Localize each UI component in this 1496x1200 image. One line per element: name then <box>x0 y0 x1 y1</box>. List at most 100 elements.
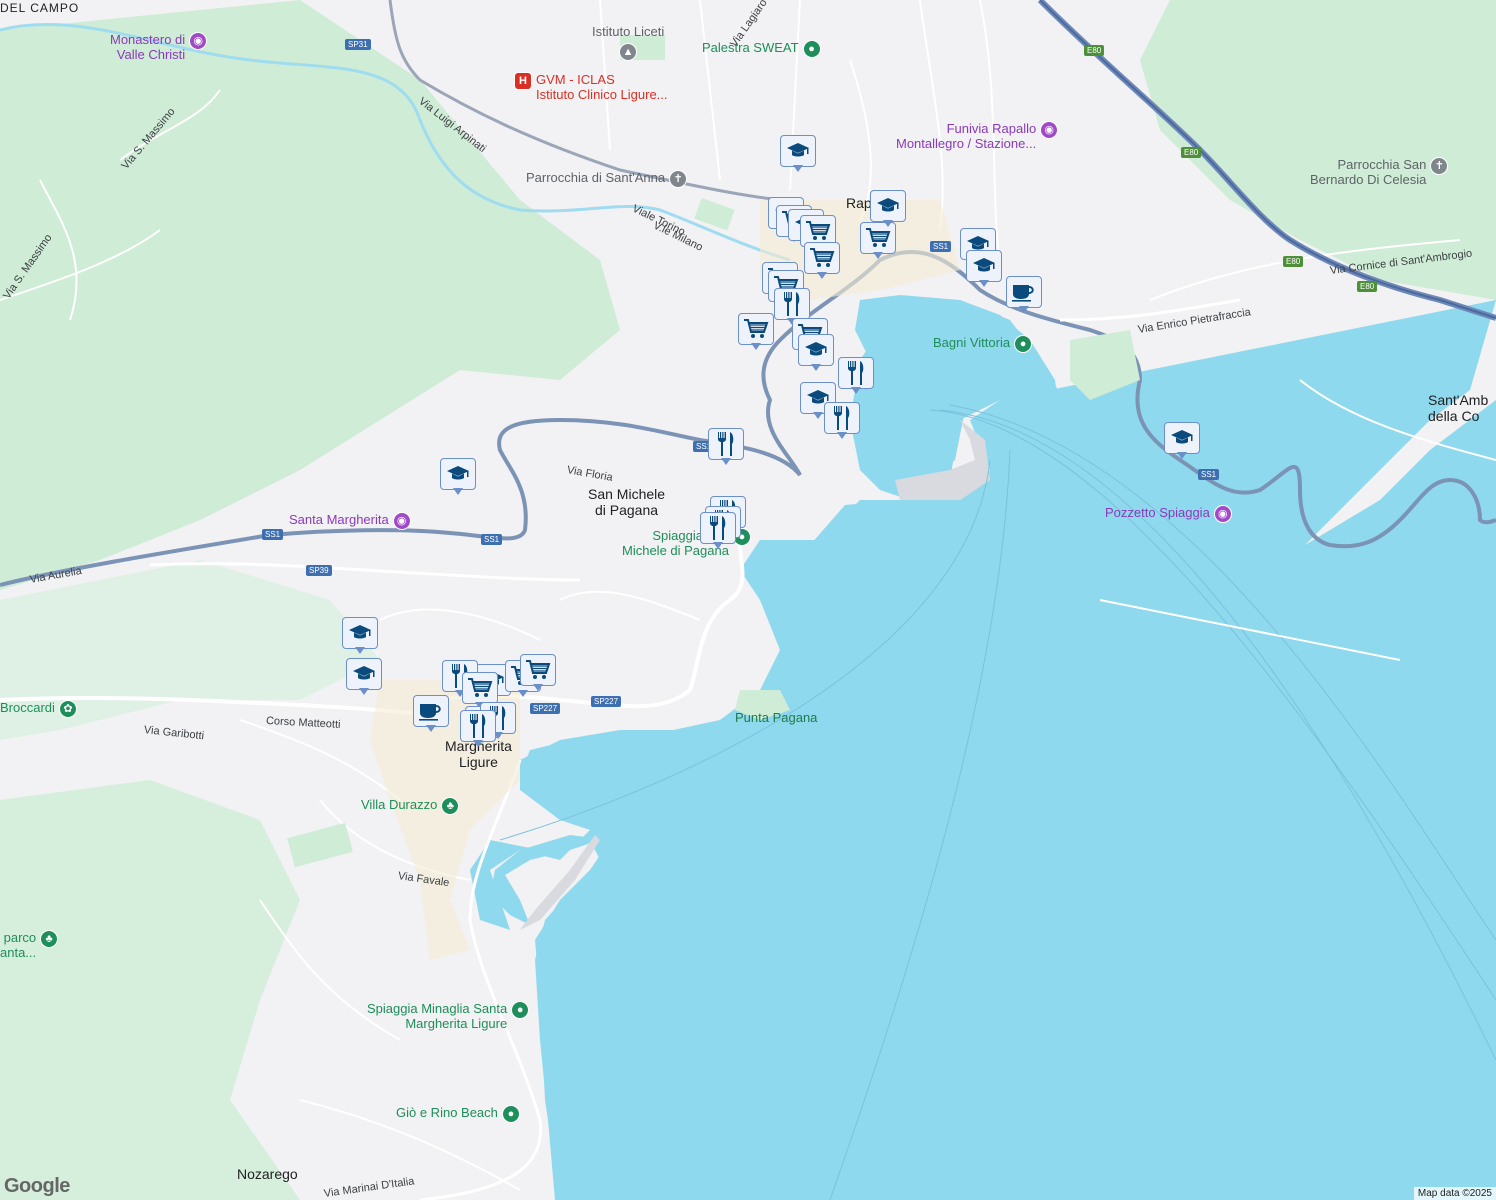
shield-e80-2: E80 <box>1181 147 1202 158</box>
school-icon <box>440 458 476 490</box>
marker-pointer <box>713 542 723 549</box>
camera-icon: ◉ <box>1213 505 1232 523</box>
camera-icon: ◉ <box>392 512 411 530</box>
poi-pozzetto[interactable]: ◉ Pozzetto Spiaggia <box>1105 505 1232 523</box>
shield-ss1-e: SS1 <box>1198 469 1220 480</box>
school-marker[interactable] <box>966 250 1002 288</box>
food-icon <box>838 357 874 389</box>
school-marker[interactable] <box>1164 422 1200 460</box>
place-icon: ● <box>501 1105 520 1123</box>
shop-marker[interactable] <box>738 313 774 351</box>
shield-sp227-b: SP227 <box>591 696 622 707</box>
green-area-southwest <box>0 780 300 1200</box>
poi-broccardi[interactable]: ✿ Broccardi <box>0 700 77 718</box>
park-durazzo <box>287 822 353 868</box>
marker-pointer <box>813 412 823 419</box>
shield-e80-3: E80 <box>1283 256 1304 267</box>
poi-label: Parrocchia San Bernardo Di Celesia <box>1310 157 1427 187</box>
school-marker[interactable] <box>798 334 834 372</box>
shield-sp227-a: SP227 <box>530 703 561 714</box>
shield-e80-1: E80 <box>1084 45 1105 56</box>
food-marker[interactable] <box>708 428 744 466</box>
school-icon: ▲ <box>619 43 638 61</box>
food-icon <box>708 428 744 460</box>
poi-funivia[interactable]: ◉ Funivia Rapallo Montallegro / Stazione.… <box>896 121 1059 151</box>
marker-pointer <box>793 165 803 172</box>
tree-icon: ♣ <box>441 797 460 815</box>
cafe-marker[interactable] <box>413 695 449 733</box>
school-icon <box>780 135 816 167</box>
tree-icon: ♣ <box>40 930 59 948</box>
camera-icon: ◉ <box>1040 121 1059 139</box>
food-marker[interactable] <box>460 710 496 748</box>
poi-santa-margherita[interactable]: ◉ Santa Margherita <box>289 512 411 530</box>
cafe-marker[interactable] <box>1006 276 1042 314</box>
shop-marker[interactable] <box>804 242 840 280</box>
marker-pointer <box>721 458 731 465</box>
poi-gio-rino[interactable]: ● Giò e Rino Beach <box>396 1105 520 1123</box>
food-icon <box>774 288 810 320</box>
cafe-icon <box>1006 276 1042 308</box>
poi-palestra[interactable]: ● Palestra SWEAT <box>702 40 821 58</box>
poi-label: Monastero di Valle Christi <box>110 32 186 62</box>
school-icon <box>1164 422 1200 454</box>
poi-label: parco anta... <box>0 930 37 960</box>
shop-marker[interactable] <box>520 654 556 692</box>
marker-pointer <box>837 432 847 439</box>
school-marker[interactable] <box>440 458 476 496</box>
church-icon: ✝ <box>669 170 688 188</box>
poi-label: Santa Margherita <box>289 512 389 527</box>
school-marker[interactable] <box>870 190 906 228</box>
food-icon <box>460 710 496 742</box>
poi-istituto-liceti[interactable]: Istituto Liceti ▲ <box>592 24 664 61</box>
marker-pointer <box>979 280 989 287</box>
poi-label: Broccardi <box>0 700 55 715</box>
shop-icon <box>462 672 498 704</box>
shield-sp31: SP31 <box>345 39 371 50</box>
marker-pointer <box>426 725 436 732</box>
poi-villa-durazzo[interactable]: ♣ Villa Durazzo <box>361 797 460 815</box>
map-attribution[interactable]: Map data ©2025 <box>1413 1187 1496 1200</box>
school-icon <box>966 250 1002 282</box>
school-marker[interactable] <box>346 658 382 696</box>
school-marker[interactable] <box>342 617 378 655</box>
marker-pointer <box>355 647 365 654</box>
shield-ss1-d: SS1 <box>481 534 503 545</box>
town-san-michele: San Michele di Pagana <box>588 486 666 518</box>
marker-pointer <box>873 252 883 259</box>
shield-ss1-c: SS1 <box>262 529 284 540</box>
poi-bagni-vittoria[interactable]: ● Bagni Vittoria <box>933 335 1033 353</box>
hospital-icon: H <box>514 72 532 90</box>
poi-label: Parrocchia di Sant'Anna <box>526 170 666 185</box>
marker-pointer <box>811 364 821 371</box>
marker-pointer <box>453 488 463 495</box>
poi-monastero[interactable]: ◉ Monastero di Valle Christi <box>110 32 208 62</box>
town-nozarego: Nozarego <box>237 1166 298 1182</box>
poi-san-bernardo[interactable]: ✝ Parrocchia San Bernardo Di Celesia <box>1310 157 1449 187</box>
school-marker[interactable] <box>780 135 816 173</box>
map-canvas[interactable]: Rapallo San Michele di Pagana Santa Marg… <box>0 0 1496 1200</box>
poi-gvm[interactable]: H GVM - ICLAS Istituto Clinico Ligure... <box>514 72 668 102</box>
marker-pointer <box>473 740 483 747</box>
school-icon <box>798 334 834 366</box>
cafe-icon <box>413 695 449 727</box>
school-icon <box>870 190 906 222</box>
poi-label: Istituto Liceti <box>592 24 665 39</box>
poi-parco-santa[interactable]: ♣ parco anta... <box>0 930 59 960</box>
marker-pointer <box>751 343 761 350</box>
school-icon <box>346 658 382 690</box>
food-marker[interactable] <box>824 402 860 440</box>
food-marker[interactable] <box>838 357 874 395</box>
park-icon: ✿ <box>58 700 77 718</box>
poi-label: Spiaggia Minaglia Santa Margherita Ligur… <box>367 1001 508 1031</box>
marker-pointer <box>883 220 893 227</box>
poi-spiaggia-minaglia[interactable]: ● Spiaggia Minaglia Santa Margherita Ligu… <box>367 1001 530 1031</box>
school-icon <box>342 617 378 649</box>
town-del-campo: DEL CAMPO <box>0 1 80 15</box>
shield-ss1-a: SS1 <box>930 241 952 252</box>
marker-pointer <box>851 387 861 394</box>
food-marker[interactable] <box>700 512 736 550</box>
church-icon: ✝ <box>1430 157 1449 175</box>
place-icon: ● <box>1014 335 1033 353</box>
poi-sant-anna[interactable]: ✝ Parrocchia di Sant'Anna <box>526 170 688 188</box>
